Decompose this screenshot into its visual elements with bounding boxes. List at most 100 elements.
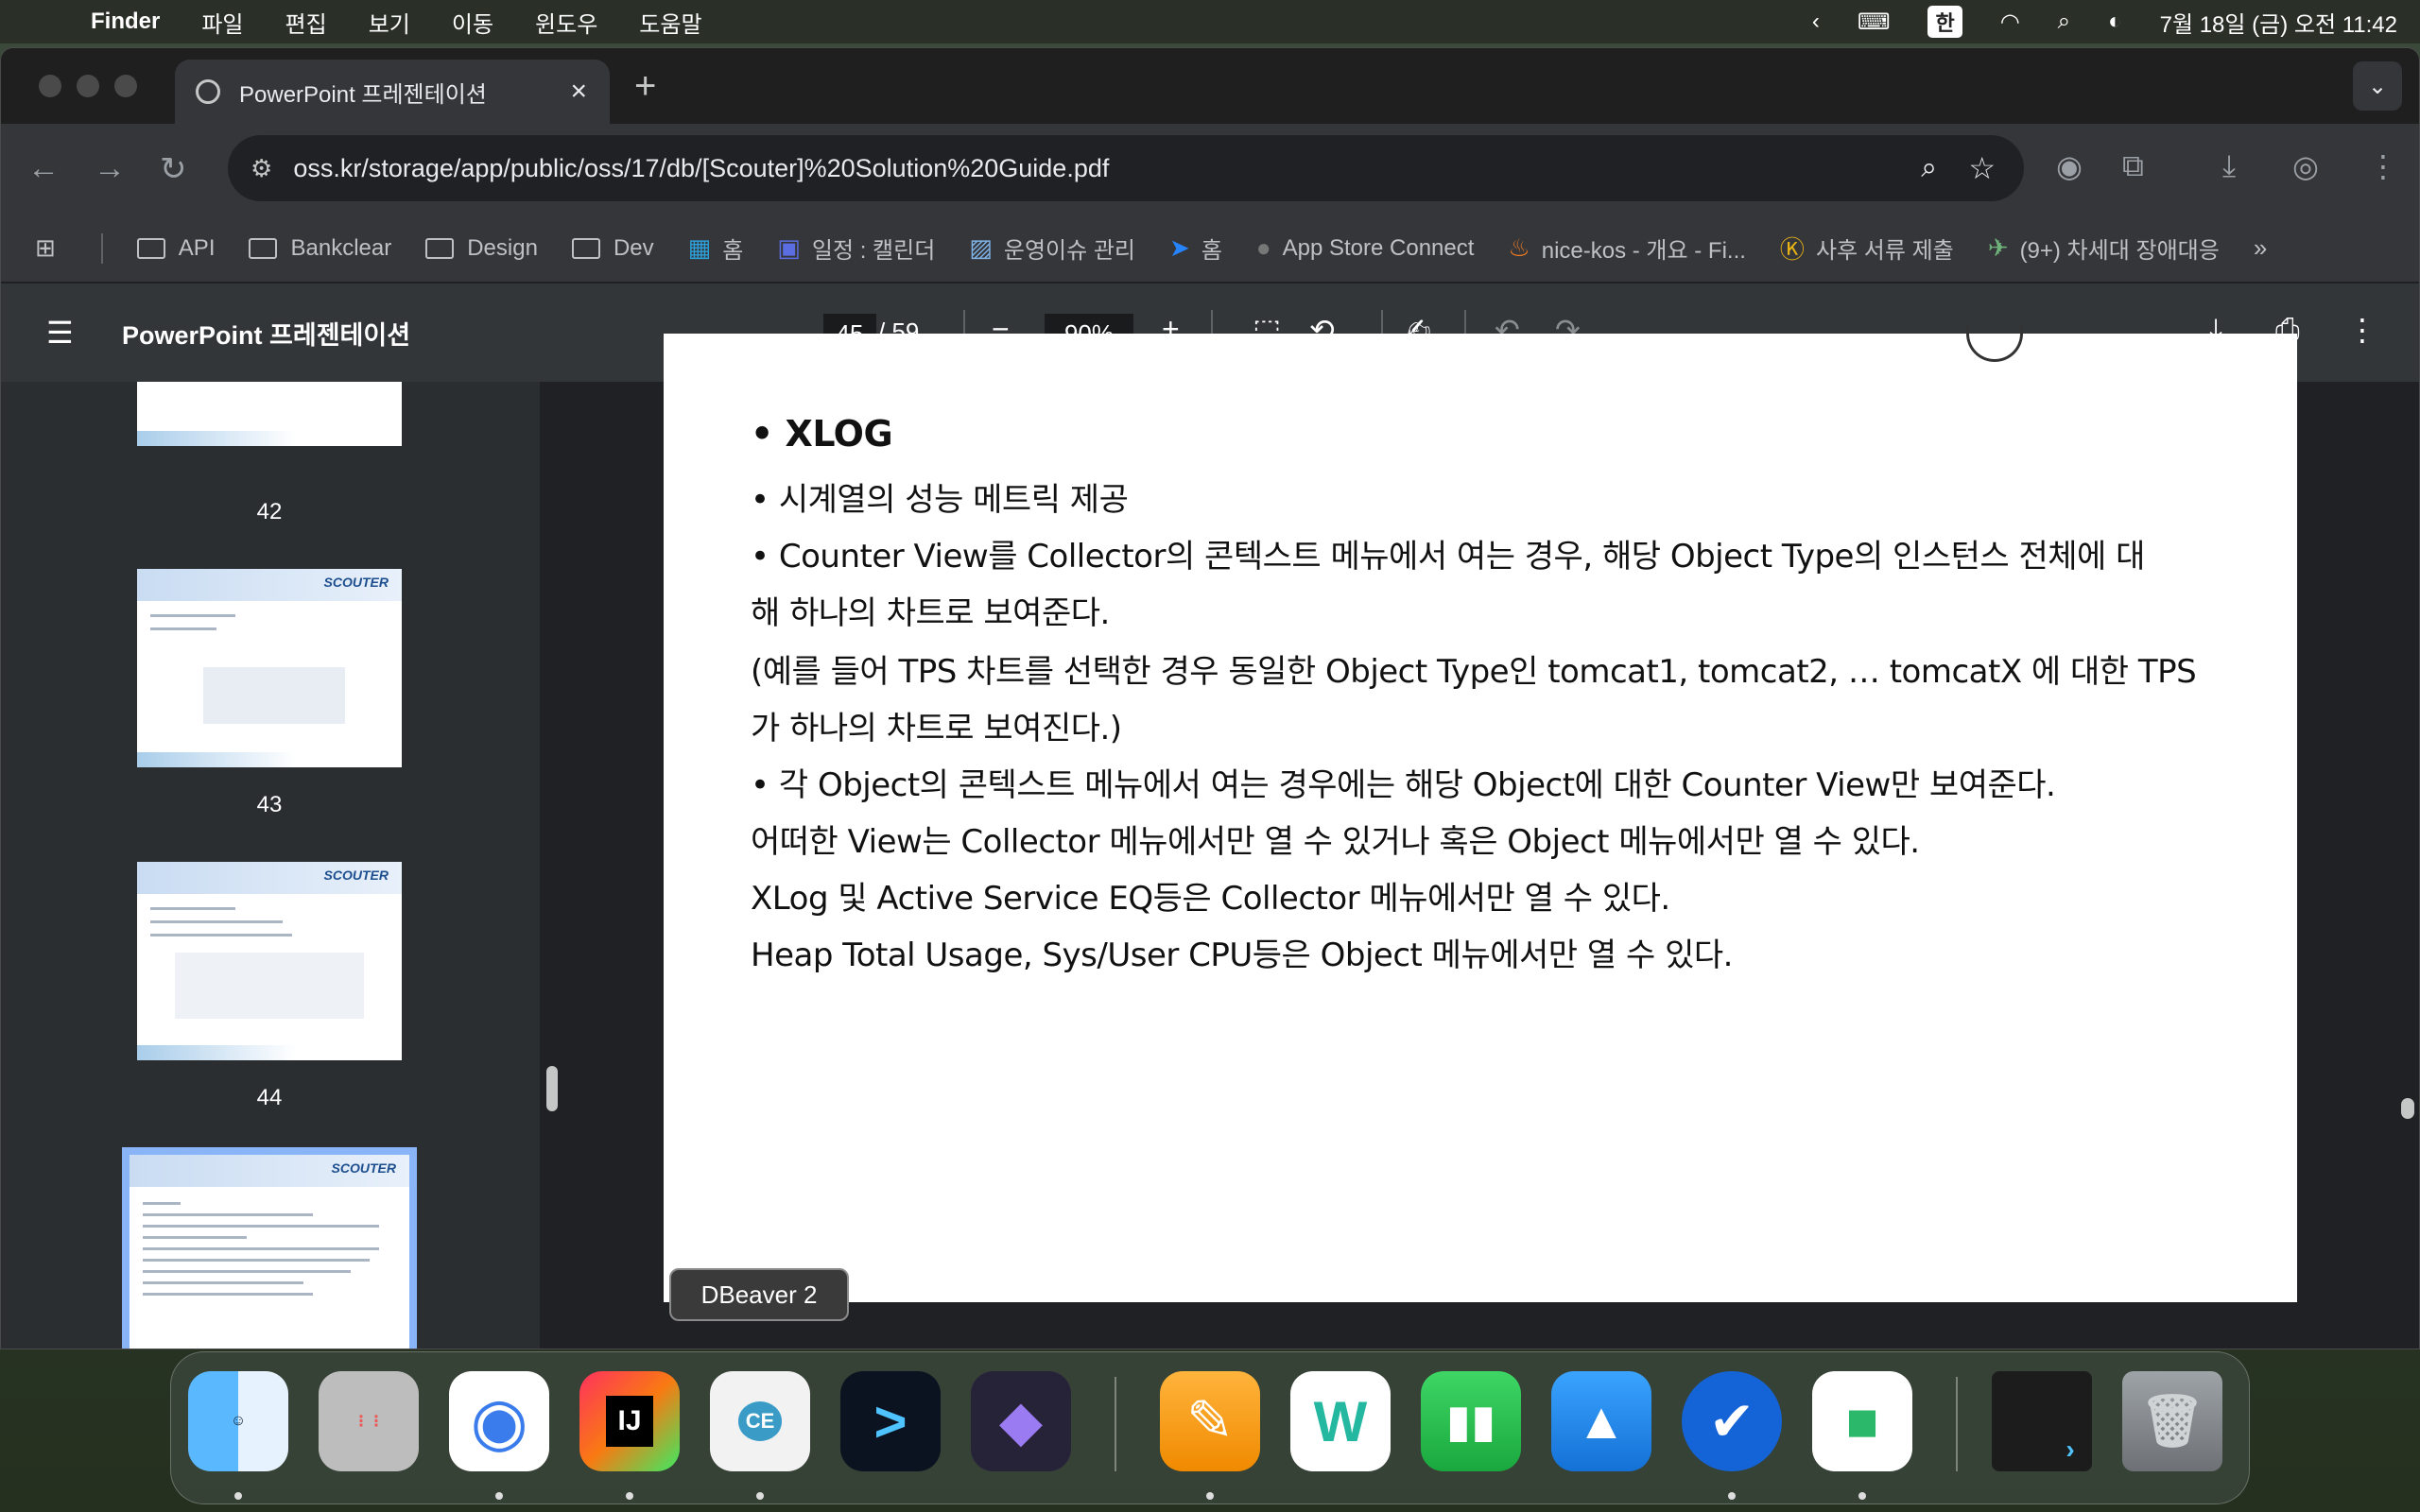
dock-termius-icon[interactable]: > [840, 1371, 941, 1471]
bookmark-label: 운영이슈 관리 [1003, 238, 1136, 264]
forward-button[interactable]: → [94, 150, 126, 187]
input-source-indicator[interactable]: 한 [1927, 6, 1962, 38]
more-bookmarks-icon[interactable]: » [2254, 233, 2278, 263]
close-tab-icon[interactable]: × [570, 76, 587, 108]
dock-app-glyph: > [873, 1389, 908, 1453]
dock-app-glyph: IJ [606, 1396, 653, 1447]
address-bar[interactable]: ⚙ oss.kr/storage/app/public/oss/17/db/[S… [228, 135, 2024, 201]
thumbnail-sidebar[interactable]: 42 SCOUTER 43 SCOUTER 44 SCOUTER [1, 382, 540, 1349]
zoom-icon[interactable]: ⌕ [1921, 152, 1937, 184]
bookmark-label: Dev [613, 234, 654, 261]
bookmark-design[interactable]: Design [425, 235, 538, 262]
zoom-window-button[interactable] [114, 75, 137, 97]
page-thumbnail[interactable]: SCOUTER [137, 569, 402, 767]
pdf-page: • XLOG • 시계열의 성능 메트릭 제공 • Counter View를 … [664, 324, 2297, 1302]
menu-edit[interactable]: 편집 [285, 6, 327, 39]
dock-obsidian-icon[interactable]: ◆ [971, 1371, 1071, 1471]
dock-trash-icon[interactable]: 🗑 [2122, 1371, 2222, 1471]
bookmark-home-board[interactable]: ▦ 홈 [688, 232, 744, 265]
menu-go[interactable]: 이동 [452, 6, 493, 39]
page-decoration [1966, 324, 2023, 362]
dock-keynote-icon[interactable]: ▲ [1551, 1371, 1651, 1471]
dock-app-glyph: ▮▮ [1445, 1397, 1496, 1447]
page-thumbnail-selected[interactable]: SCOUTER [122, 1147, 417, 1349]
menu-clock[interactable]: 7월 18일 (금) 오전 11:42 [2160, 6, 2397, 39]
bookmark-star-icon[interactable]: ☆ [1968, 150, 1996, 186]
folder-icon [571, 237, 600, 259]
kebab-menu-icon[interactable]: ⋮ [2368, 148, 2398, 184]
termius-badge-icon: › [2066, 1435, 2075, 1464]
dock-whale-icon[interactable]: W [1290, 1371, 1391, 1471]
menu-file[interactable]: 파일 [201, 6, 243, 39]
dock-app-glyph: ☺ [230, 1413, 247, 1429]
wifi-icon[interactable]: ◠ [2000, 9, 2020, 36]
downloads-icon[interactable]: ⤓ [2222, 148, 2236, 184]
page-thumbnail[interactable]: SCOUTER [137, 862, 402, 1060]
bookmark-label: 홈 [722, 238, 744, 264]
browser-tab[interactable]: PowerPoint 프레젠테이션 × [175, 60, 610, 124]
bookmark-home-jira[interactable]: ➤ 홈 [1169, 232, 1222, 265]
back-button[interactable]: ← [27, 150, 60, 187]
dock-chrome-icon[interactable]: ◉ [449, 1371, 549, 1471]
bookmark-incident[interactable]: ✈ (9+) 차세대 장애대응 [1988, 232, 2220, 265]
menu-bar: Finder 파일 편집 보기 이동 윈도우 도움말 ‹ ⌨ 한 ◠ ⌕ ◐ 7… [0, 0, 2420, 43]
bookmark-label: 홈 [1201, 238, 1222, 264]
menu-window[interactable]: 윈도우 [535, 6, 597, 39]
sidebar-scrollbar[interactable] [546, 1066, 558, 1111]
profile-icon[interactable]: ◎ [2292, 148, 2319, 184]
keyboard-icon[interactable]: ⌨ [1858, 9, 1891, 36]
running-indicator [1858, 1492, 1866, 1500]
bookmark-api[interactable]: API [136, 235, 215, 262]
sidebar-toggle-icon[interactable]: ☰ [46, 315, 74, 351]
dock-check-icon[interactable]: ✔ [1682, 1371, 1782, 1471]
url-text[interactable]: oss.kr/storage/app/public/oss/17/db/[Sco… [293, 154, 1109, 183]
bookmark-app-store-connect[interactable]: ● App Store Connect [1256, 233, 1475, 263]
dock-app-glyph: W [1313, 1389, 1368, 1453]
bookmark-label: Bankclear [290, 234, 392, 261]
bookmark-bankclear[interactable]: Bankclear [249, 235, 391, 262]
bookmark-ops-issues[interactable]: ▨ 운영이슈 관리 [969, 232, 1135, 265]
bookmark-dev[interactable]: Dev [571, 234, 654, 262]
page-heading: • XLOG [751, 413, 893, 455]
menu-view[interactable]: 보기 [369, 6, 410, 39]
search-icon[interactable]: ⌕ [2058, 9, 2070, 35]
chevron-left-icon[interactable]: ‹ [1812, 9, 1820, 35]
new-tab-button[interactable]: + [634, 65, 656, 108]
bookmark-label: Design [467, 234, 538, 261]
dock-finder-icon[interactable]: ☺ [188, 1371, 288, 1471]
thumbnail-image [203, 667, 345, 724]
thumbnail-footer [137, 431, 402, 446]
page-text-line: 해 하나의 차트로 보여준다. [751, 594, 1110, 632]
dock-minimized-window-icon[interactable]: › [1992, 1371, 2092, 1471]
close-window-button[interactable] [39, 75, 61, 97]
menu-app-name[interactable]: Finder [91, 9, 160, 35]
dock-intellij-icon[interactable]: IJ [579, 1371, 680, 1471]
thumbnail-text-line [143, 1293, 313, 1296]
dock-naver-box-icon[interactable]: ■ [1812, 1371, 1912, 1471]
extensions-icon[interactable]: ⧉ [2122, 148, 2144, 184]
bookmark-calendar[interactable]: ▣ 일정 : 캘린더 [777, 232, 935, 265]
dock-app-glyph: CE [737, 1401, 783, 1441]
dock-launchpad-icon[interactable]: ⋮⋮ [319, 1371, 419, 1471]
apps-grid-icon[interactable]: ⊞ [35, 233, 67, 263]
camera-extension-icon[interactable]: ◉ [2056, 148, 2083, 184]
thumbnail-text-line [143, 1281, 303, 1284]
page-thumbnail[interactable] [137, 382, 402, 446]
bookmark-nice-kos[interactable]: ♨ nice-kos - 개요 - Fi... [1508, 232, 1746, 265]
bookmark-documents[interactable]: Ⓚ 사후 서류 제출 [1780, 231, 1954, 266]
menu-help[interactable]: 도움말 [639, 6, 701, 39]
dock-numbers-icon[interactable]: ▮▮ [1421, 1371, 1521, 1471]
tab-search-button[interactable]: ⌄ [2353, 61, 2402, 111]
control-center-icon[interactable]: ◐ [2108, 9, 2122, 35]
dock-separator [1956, 1377, 1958, 1471]
running-indicator [626, 1492, 633, 1500]
dock-pages-icon[interactable]: ✎ [1160, 1371, 1260, 1471]
minimize-window-button[interactable] [77, 75, 99, 97]
more-options-icon[interactable]: ⋮ [2347, 312, 2377, 348]
dock-dbeaver-icon[interactable]: CE [710, 1371, 810, 1471]
page-scrollbar[interactable] [2401, 1098, 2414, 1119]
bookmark-label: nice-kos - 개요 - Fi... [1541, 238, 1746, 264]
reload-button[interactable]: ↻ [160, 150, 187, 188]
site-info-icon[interactable]: ⚙ [251, 154, 272, 183]
thumbnail-text-line [150, 907, 235, 910]
